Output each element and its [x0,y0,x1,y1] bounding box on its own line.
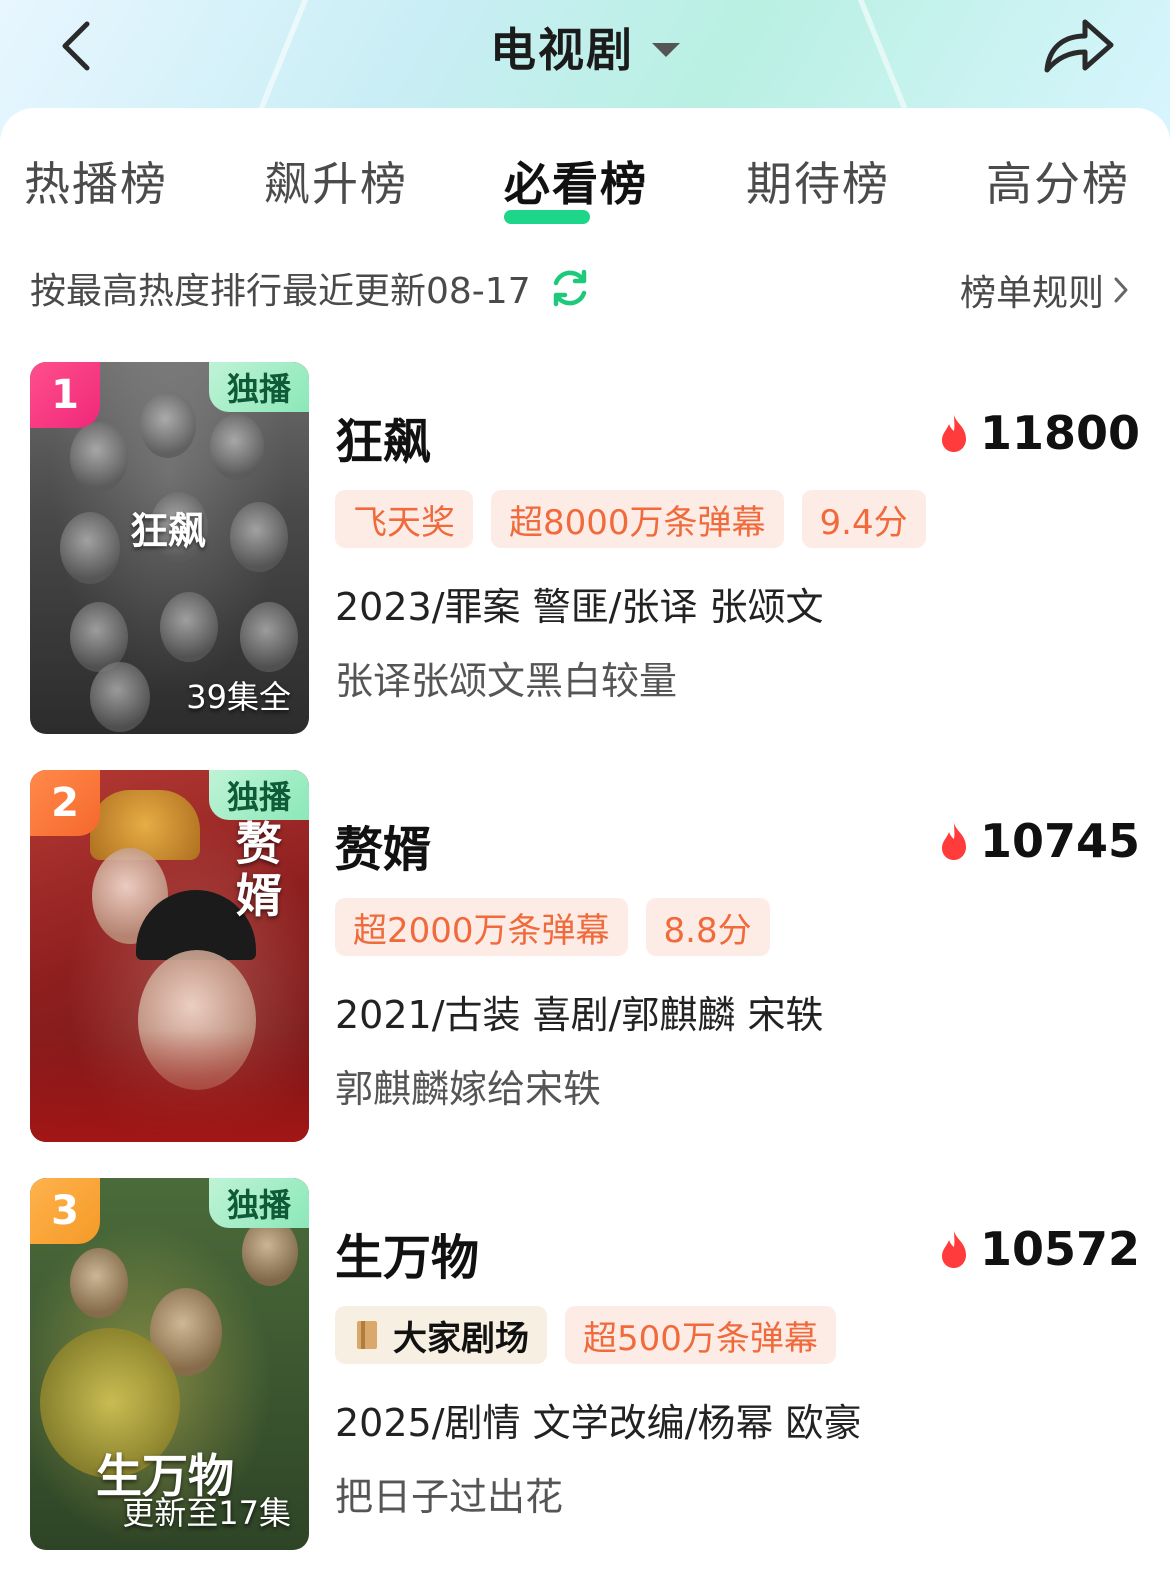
poster-image[interactable]: 狂飙 1 独播 39集全 [30,362,309,734]
item-info: 生万物 10572 大家剧场 超500万条弹幕 2025/剧情 文学改编/杨幂 … [335,1178,1140,1550]
tab-anticipated[interactable]: 期待榜 [746,148,890,228]
page-title: 电视剧 [490,23,634,77]
heat-score: 10572 [938,1222,1140,1276]
danmaku-tag: 超8000万条弹幕 [491,490,784,548]
show-title[interactable]: 狂飙 [335,402,431,472]
fire-icon [941,415,966,452]
show-description: 郭麒麟嫁给宋轶 [335,1067,602,1111]
heat-score: 10745 [938,814,1140,868]
theater-tag: 大家剧场 [335,1306,547,1364]
fire-icon [941,1231,966,1268]
rank-badge: 1 [30,362,100,428]
show-description: 把日子过出花 [335,1475,564,1519]
rank-badge: 2 [30,770,100,836]
poster-title-art: 狂飙 [130,509,207,553]
poster-title-art: 赘婿 [236,817,282,923]
tab-hot[interactable]: 热播榜 [24,148,168,228]
score-tag: 8.8分 [645,898,770,956]
exclusive-badge: 独播 [209,1178,309,1228]
tag-list: 飞天奖 超8000万条弹幕 9.4分 [335,490,926,548]
ranking-rules-link[interactable]: 榜单规则 [960,264,1130,316]
tab-high-score[interactable]: 高分榜 [986,148,1130,228]
show-title[interactable]: 生万物 [335,1218,479,1288]
item-info: 狂飙 11800 飞天奖 超8000万条弹幕 9.4分 2023/罪案 警匪/张… [335,362,1140,734]
exclusive-badge: 独播 [209,362,309,412]
poster-image[interactable]: 赘婿 2 独播 [30,770,309,1142]
theater-tag-label: 大家剧场 [393,1318,529,1359]
ranking-rules-label: 榜单规则 [959,273,1104,314]
show-meta: 2025/剧情 文学改编/杨幂 欧豪 [335,1401,862,1445]
refresh-icon[interactable] [549,267,591,309]
page: 电视剧 热播榜 飙升榜 必看榜 期待榜 高分榜 按最高热度排行最近更新08-17 [0,0,1170,1583]
ranking-item[interactable]: 赘婿 2 独播 赘婿 10745 超2000万条弹幕 8.8分 2021/古装 … [30,770,1140,1142]
rank-badge: 3 [30,1178,100,1244]
caret-down-icon [652,43,680,57]
heat-score: 11800 [938,406,1140,460]
poster-image[interactable]: 生万物 3 独播 更新至17集 [30,1178,309,1550]
score-tag: 9.4分 [801,490,926,548]
sort-description: 按最高热度排行最近更新08-17 [30,271,531,312]
tab-rising[interactable]: 飙升榜 [264,148,408,228]
book-icon [357,1321,377,1349]
ranking-item[interactable]: 狂飙 1 独播 39集全 狂飙 11800 飞天奖 超8000万条弹幕 9.4分… [30,362,1140,734]
heat-value: 10572 [979,1222,1140,1276]
chevron-right-icon [1114,277,1128,303]
heat-value: 10745 [979,814,1140,868]
ranking-item[interactable]: 生万物 3 独播 更新至17集 生万物 10572 大家剧场 超500万条弹幕 … [30,1178,1140,1550]
award-tag: 飞天奖 [335,490,473,548]
ranking-tabs: 热播榜 飙升榜 必看榜 期待榜 高分榜 [0,148,1170,238]
show-meta: 2021/古装 喜剧/郭麒麟 宋轶 [335,993,824,1037]
heat-value: 11800 [979,406,1140,460]
show-description: 张译张颂文黑白较量 [335,659,678,703]
item-info: 赘婿 10745 超2000万条弹幕 8.8分 2021/古装 喜剧/郭麒麟 宋… [335,770,1140,1142]
sort-info-row: 按最高热度排行最近更新08-17 榜单规则 [30,258,1130,318]
share-button[interactable] [1036,10,1122,80]
tag-list: 大家剧场 超500万条弹幕 [335,1306,836,1364]
exclusive-badge: 独播 [209,770,309,820]
danmaku-tag: 超500万条弹幕 [565,1306,836,1364]
show-title[interactable]: 赘婿 [335,810,431,880]
show-meta: 2023/罪案 警匪/张译 张颂文 [335,585,824,629]
episode-label: 39集全 [186,678,291,716]
fire-icon [941,823,966,860]
share-icon [1044,19,1114,73]
tab-must-watch[interactable]: 必看榜 [504,148,648,228]
tag-list: 超2000万条弹幕 8.8分 [335,898,770,956]
danmaku-tag: 超2000万条弹幕 [335,898,628,956]
title-selector[interactable]: 电视剧 [0,14,1170,80]
episode-label: 更新至17集 [122,1494,291,1532]
